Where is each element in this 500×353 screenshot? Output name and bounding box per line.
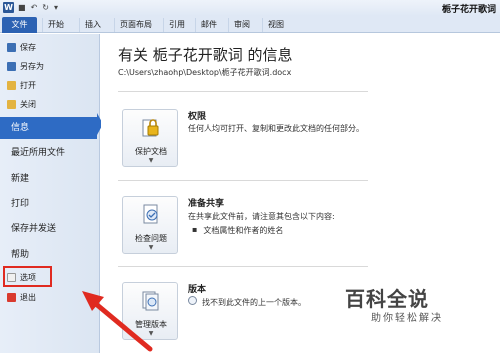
save-as-icon	[7, 61, 16, 71]
watermark: 百科全说 助你轻松解决	[335, 283, 500, 324]
lock-icon	[142, 119, 159, 137]
tab-mailings[interactable]: 邮件	[195, 18, 222, 32]
window-title: 栀子花开歌词	[441, 5, 496, 15]
divider	[118, 91, 368, 92]
nav-item-new[interactable]: 新建	[0, 168, 100, 190]
file-path: C:\Users\zhaohp\Desktop\栀子花开歌词.docx	[118, 68, 292, 77]
nav-item-info[interactable]: 信息	[0, 117, 97, 139]
tab-home[interactable]: 开始	[42, 18, 69, 32]
folder-open-icon	[7, 80, 16, 90]
page-title: 有关 栀子花开歌词 的信息	[118, 46, 293, 64]
customize-qat-icon[interactable]: ▾	[54, 2, 58, 14]
permissions-heading: 权限	[188, 112, 207, 122]
watermark-subtitle: 助你轻松解决	[371, 313, 443, 324]
ribbon-tabs: 文件 开始 插入 页面布局 引用 邮件 审阅 视图	[0, 16, 500, 33]
nav-item-save-as[interactable]: 另存为	[7, 59, 44, 73]
red-arrow-annotation	[82, 291, 153, 352]
save-icon[interactable]: ■	[18, 2, 26, 14]
divider	[118, 180, 368, 181]
chevron-down-icon: ▼	[148, 157, 154, 164]
checklist-icon	[143, 204, 158, 224]
chevron-down-icon: ▼	[148, 244, 154, 251]
title-bar: W ■ ↶ ↻ ▾ 栀子花开歌词	[0, 0, 500, 16]
exit-icon	[7, 292, 16, 302]
permissions-desc: 任何人均可打开、复制和更改此文档的任何部分。	[188, 124, 364, 133]
tab-insert[interactable]: 插入	[79, 18, 106, 32]
tab-file[interactable]: 文件	[2, 17, 37, 33]
protect-document-button[interactable]: 保护文档 ▼	[122, 109, 178, 167]
word-app-icon[interactable]: W	[3, 2, 14, 13]
tab-references[interactable]: 引用	[163, 18, 190, 32]
check-issues-button[interactable]: 检查问题 ▼	[122, 196, 178, 254]
prepare-share-desc: 在共享此文件前，请注意其包含以下内容:	[188, 212, 335, 221]
redo-icon[interactable]: ↻	[42, 2, 49, 14]
version-history-icon	[188, 296, 197, 305]
nav-item-print[interactable]: 打印	[0, 193, 100, 215]
options-highlight-box	[3, 266, 52, 287]
watermark-logo: 百科全说	[345, 287, 429, 311]
prepare-share-bullet: ▪ 文档属性和作者的姓名	[192, 225, 284, 235]
prepare-share-heading: 准备共享	[188, 199, 225, 209]
nav-item-close[interactable]: 关闭	[7, 97, 36, 111]
nav-item-exit[interactable]: 退出	[7, 290, 36, 304]
nav-item-save[interactable]: 保存	[7, 40, 36, 54]
tab-review[interactable]: 审阅	[228, 18, 255, 32]
tab-page-layout[interactable]: 页面布局	[114, 18, 157, 32]
save-icon	[7, 42, 16, 52]
folder-close-icon	[7, 99, 16, 109]
bullet-icon: ▪	[192, 225, 198, 234]
versions-heading: 版本	[188, 285, 207, 295]
undo-icon[interactable]: ↶	[31, 2, 38, 14]
nav-item-help[interactable]: 帮助	[0, 244, 100, 266]
tab-view[interactable]: 视图	[262, 18, 289, 32]
nav-item-save-send[interactable]: 保存并发送	[0, 218, 100, 240]
divider	[118, 266, 368, 267]
versions-desc: 找不到此文件的上一个版本。	[202, 298, 306, 307]
quick-access-toolbar: ■ ↶ ↻ ▾	[18, 2, 58, 14]
nav-item-recent[interactable]: 最近所用文件	[0, 142, 100, 164]
nav-item-open[interactable]: 打开	[7, 78, 36, 92]
